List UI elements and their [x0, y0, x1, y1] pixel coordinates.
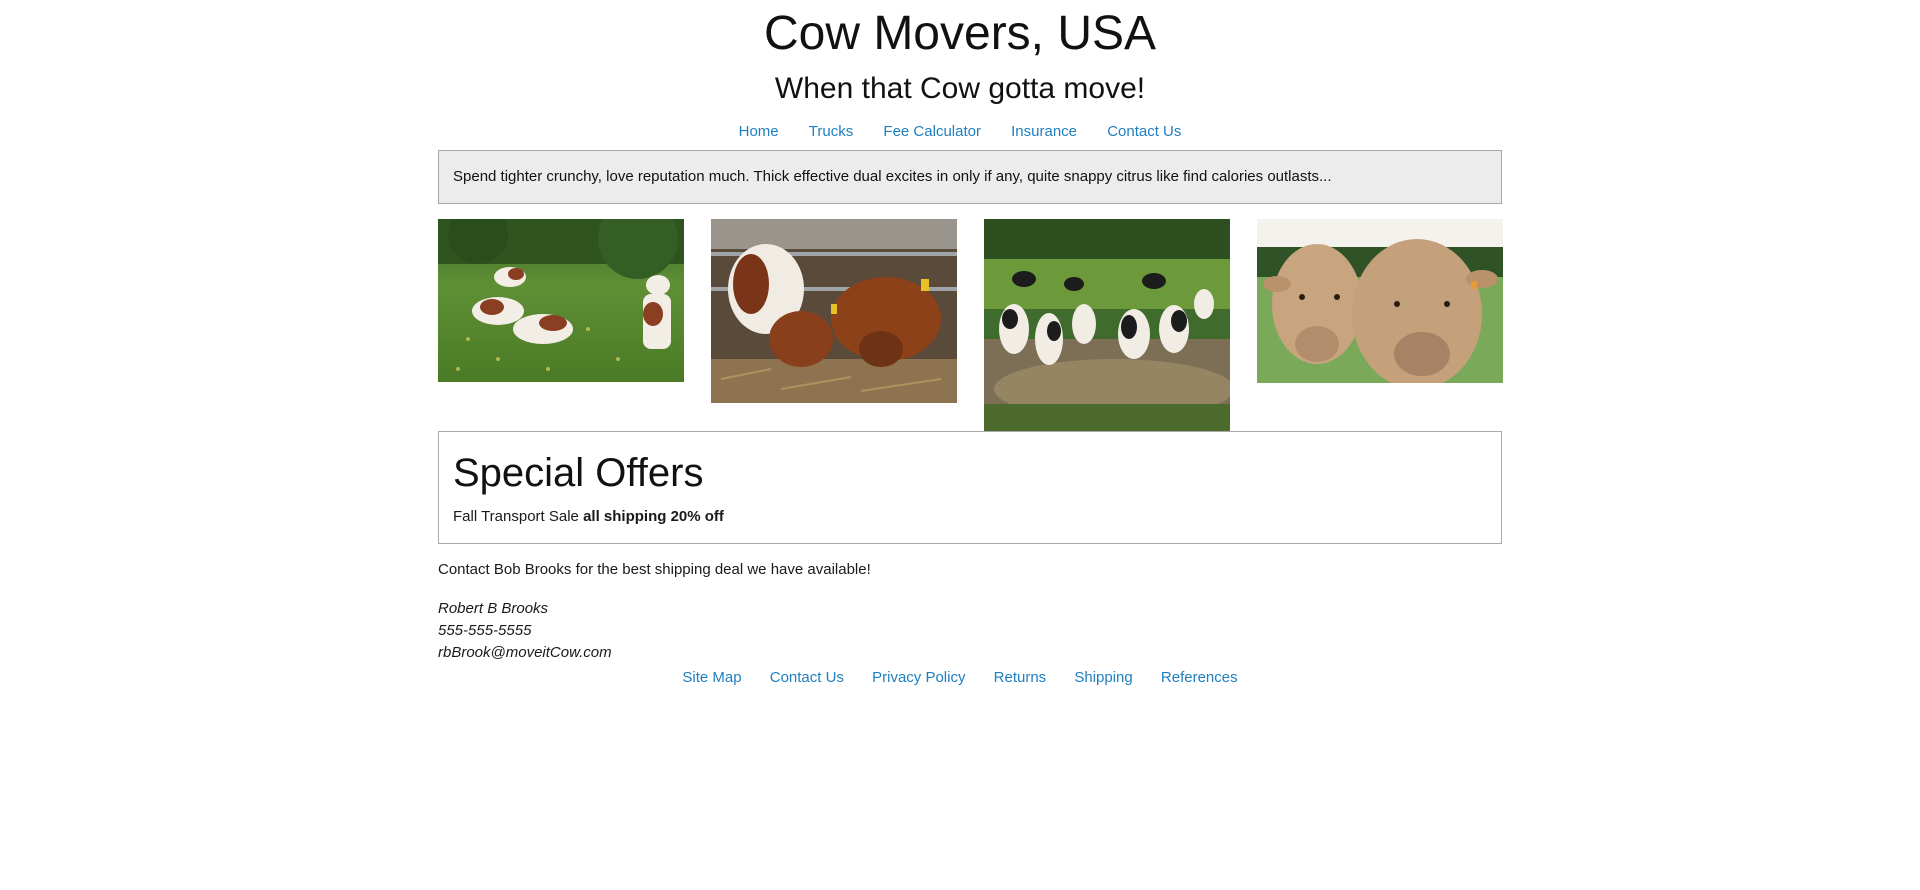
sale-detail: all shipping 20% off [583, 508, 724, 525]
footer-link-contact-us[interactable]: Contact Us [770, 669, 844, 686]
nav-link-fee-calculator[interactable]: Fee Calculator [883, 123, 981, 140]
cow-photo-closeup [1257, 219, 1503, 383]
footer-link-references[interactable]: References [1161, 669, 1238, 686]
page-tagline: When that Cow gotta move! [774, 72, 1146, 105]
main-nav: Home Trucks Fee Calculator Insurance Con… [0, 123, 1920, 141]
contact-name: Robert B Brooks [438, 600, 549, 617]
contact-phone: 555-555-5555 [438, 622, 532, 639]
special-offers-panel: Special Offers Fall Transport Sale all s… [438, 431, 1502, 544]
nav-link-insurance[interactable]: Insurance [1011, 123, 1077, 140]
special-offer-text: Fall Transport Sale all shipping 20% off [453, 508, 1487, 526]
intro-banner: Spend tighter crunchy, love reputation m… [438, 150, 1502, 204]
nav-link-contact-us[interactable]: Contact Us [1107, 123, 1181, 140]
footer-link-returns[interactable]: Returns [994, 669, 1047, 686]
contact-email: rbBrook@moveitCow.com [438, 644, 612, 661]
page: Cow Movers, USA When that Cow gotta move… [0, 0, 1920, 890]
cow-photo-feeding [711, 219, 957, 403]
contact-address: Robert B Brooks 555-555-5555 rbBrook@mov… [438, 598, 612, 664]
footer-nav: Site Map Contact Us Privacy Policy Retur… [0, 669, 1920, 687]
special-offers-heading: Special Offers [453, 451, 704, 495]
footer-link-privacy-policy[interactable]: Privacy Policy [872, 669, 965, 686]
page-title: Cow Movers, USA [763, 7, 1157, 60]
nav-link-home[interactable]: Home [739, 123, 779, 140]
cow-photo-stream [984, 219, 1230, 431]
sale-label: Fall Transport Sale [453, 508, 579, 525]
nav-link-trucks[interactable]: Trucks [809, 123, 853, 140]
contact-message: Contact Bob Brooks for the best shipping… [438, 561, 871, 578]
cow-photo-resting [438, 219, 684, 382]
footer-link-site-map[interactable]: Site Map [682, 669, 741, 686]
footer-link-shipping[interactable]: Shipping [1074, 669, 1132, 686]
